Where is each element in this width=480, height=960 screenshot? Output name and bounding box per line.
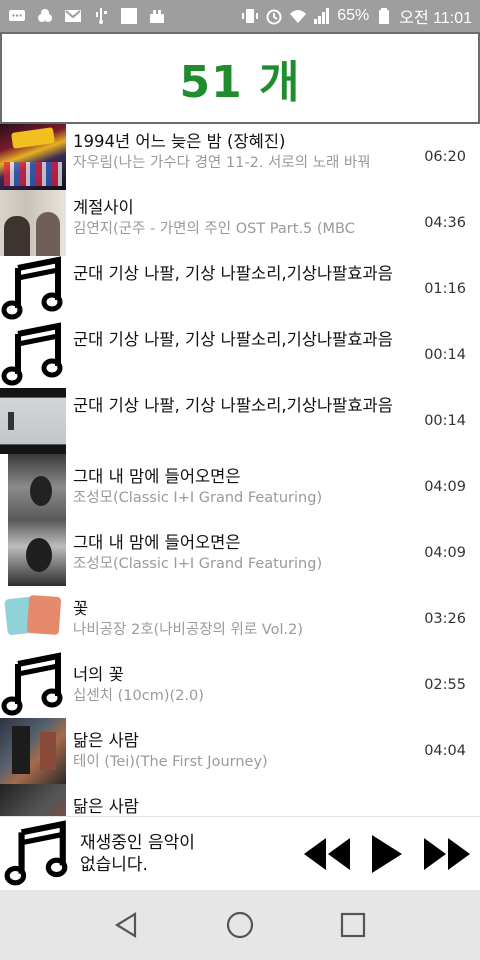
square-icon: [120, 7, 138, 25]
song-duration: 00:14: [424, 413, 466, 429]
song-title: 그대 내 맘에 들어오면은: [73, 533, 241, 552]
rewind-button[interactable]: [302, 836, 352, 872]
fast-forward-icon: [424, 837, 470, 870]
music-note-icon: [0, 322, 66, 388]
music-note-icon: [0, 817, 74, 891]
back-icon: [114, 912, 136, 938]
song-title: 닮은 사람: [73, 731, 139, 750]
vibrate-icon: [241, 7, 259, 25]
song-artist: 십센치 (10cm)(2.0): [73, 688, 204, 704]
song-row[interactable]: 그대 내 맘에 들어오면은 조성모(Classic I+I Grand Feat…: [0, 454, 480, 520]
song-row[interactable]: 군대 기상 나팔, 기상 나팔소리,기상나팔효과음 01:16: [0, 256, 480, 322]
alarm-icon: [265, 7, 283, 25]
back-button[interactable]: [107, 905, 147, 945]
cloud-icon: [36, 7, 54, 25]
play-icon: [372, 834, 402, 873]
song-row[interactable]: 1994년 어느 늦은 밤 (장혜진) 자우림(나는 가수다 경연 11-2. …: [0, 124, 480, 190]
song-row[interactable]: 그대 내 맘에 들어오면은 조성모(Classic I+I Grand Feat…: [0, 520, 480, 586]
home-icon: [226, 911, 254, 939]
song-duration: 01:16: [424, 281, 466, 297]
dock-icon: [148, 7, 166, 25]
rewind-icon: [304, 837, 350, 870]
song-artist: 김연지(군주 - 가면의 주인 OST Part.5 (MBC: [73, 221, 355, 237]
song-title: 닮은 사람: [73, 797, 139, 816]
battery-percent: 65%: [337, 7, 370, 24]
song-artist: 나비공장 2호(나비공장의 위로 Vol.2): [73, 622, 303, 638]
song-row[interactable]: 닮은 사람 테이 (Tei)(The First Journey) 04:04: [0, 718, 480, 784]
song-artist: 조성모(Classic I+I Grand Featuring): [73, 490, 323, 506]
album-art-slot: [0, 520, 66, 586]
song-title: 그대 내 맘에 들어오면은: [73, 467, 241, 486]
now-playing-text: 재생중인 음악이 없습니다.: [80, 832, 195, 875]
song-duration: 04:04: [424, 743, 466, 759]
song-title: 계절사이: [73, 198, 134, 217]
song-row[interactable]: 닮은 사람: [0, 784, 480, 816]
music-note-icon: [0, 256, 66, 322]
home-button[interactable]: [220, 905, 260, 945]
signal-icon: [313, 7, 331, 25]
album-art-slot: [0, 454, 66, 520]
album-art: [0, 784, 66, 816]
fast-forward-button[interactable]: [422, 836, 472, 872]
usb-icon: [92, 7, 110, 25]
song-row[interactable]: 너의 꽃 십센치 (10cm)(2.0) 02:55: [0, 652, 480, 718]
song-title: 너의 꽃: [73, 665, 124, 684]
music-note-icon: [0, 652, 66, 718]
song-duration: 04:09: [424, 545, 466, 561]
album-art: [0, 190, 66, 256]
chat-icon: [8, 7, 26, 25]
song-artist: 자우림(나는 가수다 경연 11-2. 서로의 노래 바꿔: [73, 155, 371, 171]
song-row[interactable]: 군대 기상 나팔, 기상 나팔소리,기상나팔효과음 00:14: [0, 388, 480, 454]
song-duration: 00:14: [424, 347, 466, 363]
song-title: 꽃: [73, 599, 89, 618]
song-list[interactable]: 1994년 어느 늦은 밤 (장혜진) 자우림(나는 가수다 경연 11-2. …: [0, 124, 480, 816]
song-duration: 03:26: [424, 611, 466, 627]
battery-icon: [375, 7, 393, 25]
song-row[interactable]: 군대 기상 나팔, 기상 나팔소리,기상나팔효과음 00:14: [0, 322, 480, 388]
recents-icon: [341, 912, 366, 938]
song-duration: 04:09: [424, 479, 466, 495]
song-count-header: 51 개: [0, 32, 480, 124]
song-title: 1994년 어느 늦은 밤 (장혜진): [73, 132, 286, 151]
status-bar: 65% 오전 11:01: [0, 0, 480, 32]
song-duration: 02:55: [424, 677, 466, 693]
navigation-bar: [0, 890, 480, 960]
song-title: 군대 기상 나팔, 기상 나팔소리,기상나팔효과음: [73, 396, 393, 415]
song-row[interactable]: 꽃 나비공장 2호(나비공장의 위로 Vol.2) 03:26: [0, 586, 480, 652]
play-button[interactable]: [370, 833, 404, 875]
gmail-icon: [64, 7, 82, 25]
song-duration: 06:20: [424, 149, 466, 165]
song-duration: 04:36: [424, 215, 466, 231]
song-artist: 조성모(Classic I+I Grand Featuring): [73, 556, 323, 572]
song-duration: [426, 784, 480, 816]
recents-button[interactable]: [333, 905, 373, 945]
song-title: 군대 기상 나팔, 기상 나팔소리,기상나팔효과음: [73, 264, 393, 283]
song-count: 51 개: [179, 57, 301, 108]
wifi-icon: [289, 7, 307, 25]
song-row[interactable]: 계절사이 김연지(군주 - 가면의 주인 OST Part.5 (MBC 04:…: [0, 190, 480, 256]
song-title: 군대 기상 나팔, 기상 나팔소리,기상나팔효과음: [73, 330, 393, 349]
album-art: [0, 718, 66, 784]
mini-player[interactable]: 재생중인 음악이 없습니다.: [0, 816, 480, 890]
album-art: [0, 586, 66, 652]
song-artist: 테이 (Tei)(The First Journey): [73, 754, 268, 770]
album-art: [0, 124, 66, 190]
clock: 오전 11:01: [399, 10, 472, 27]
album-art: [0, 388, 66, 454]
